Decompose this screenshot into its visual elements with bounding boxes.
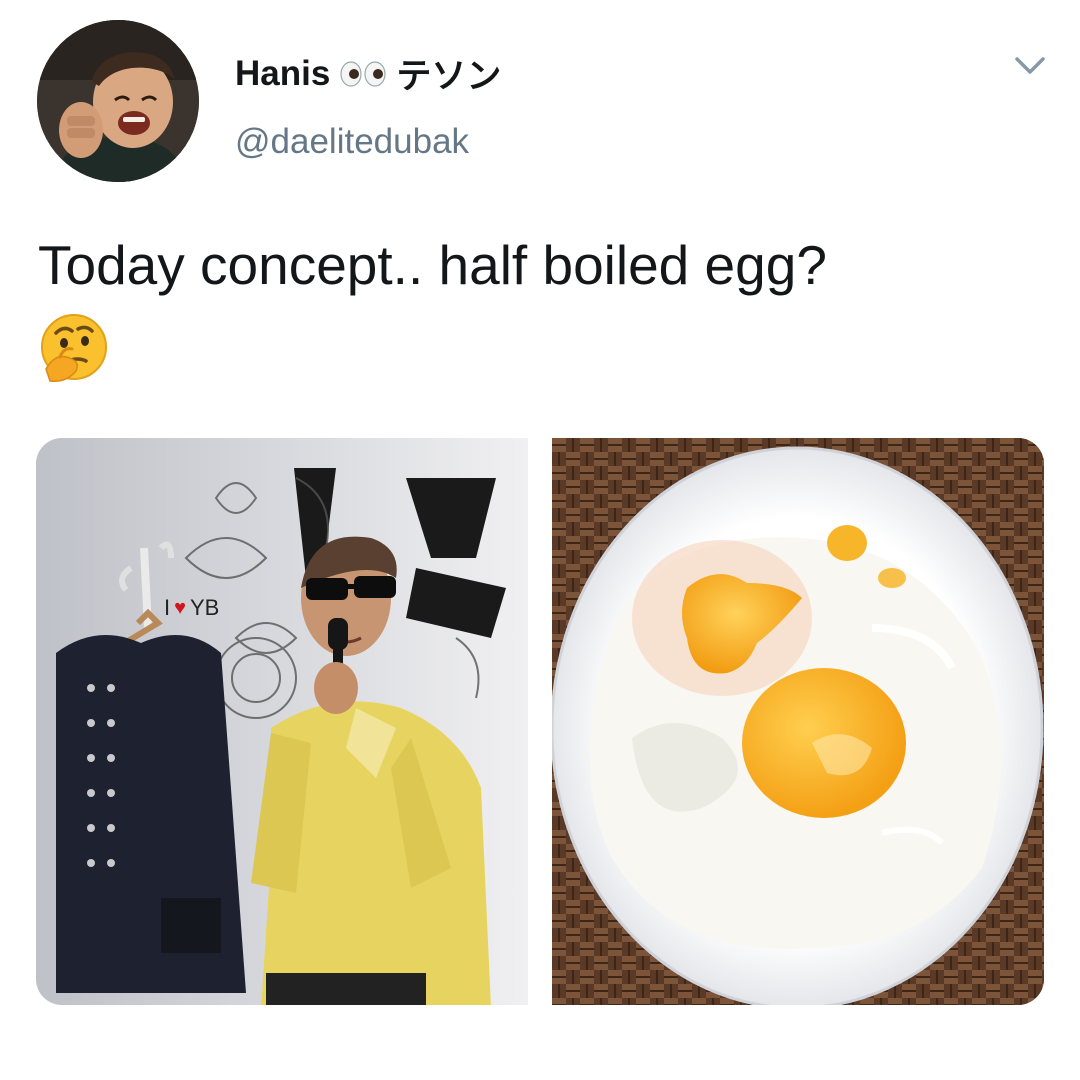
performer-photo[interactable]: I ♥ YB bbox=[36, 438, 528, 1005]
performer-photo-image bbox=[36, 438, 528, 1005]
heart-icon: ♥ bbox=[174, 596, 186, 619]
sign-prefix: I bbox=[164, 595, 171, 620]
egg-photo-image bbox=[552, 438, 1044, 1005]
tweet-media: I ♥ YB bbox=[36, 438, 1044, 1005]
sign-suffix: YB bbox=[190, 595, 220, 620]
display-name-suffix: テソン bbox=[396, 57, 502, 96]
user-avatar[interactable] bbox=[37, 20, 199, 182]
avatar-photo-icon bbox=[37, 20, 199, 182]
display-name[interactable]: Hanis テソン bbox=[235, 48, 501, 99]
chevron-down-icon[interactable] bbox=[1012, 50, 1048, 80]
display-name-text: Hanis bbox=[235, 53, 331, 93]
user-handle[interactable]: @daelitedubak bbox=[235, 122, 469, 162]
egg-photo[interactable] bbox=[552, 438, 1044, 1005]
tweet-header: Hanis テソン @daelitedubak bbox=[0, 0, 1080, 200]
tweet-text: Today concept.. half boiled egg? bbox=[38, 234, 827, 296]
sign-text: I ♥ YB bbox=[164, 595, 219, 621]
thinking-face-emoji-icon bbox=[41, 314, 107, 383]
eyes-emoji-icon bbox=[340, 60, 386, 87]
